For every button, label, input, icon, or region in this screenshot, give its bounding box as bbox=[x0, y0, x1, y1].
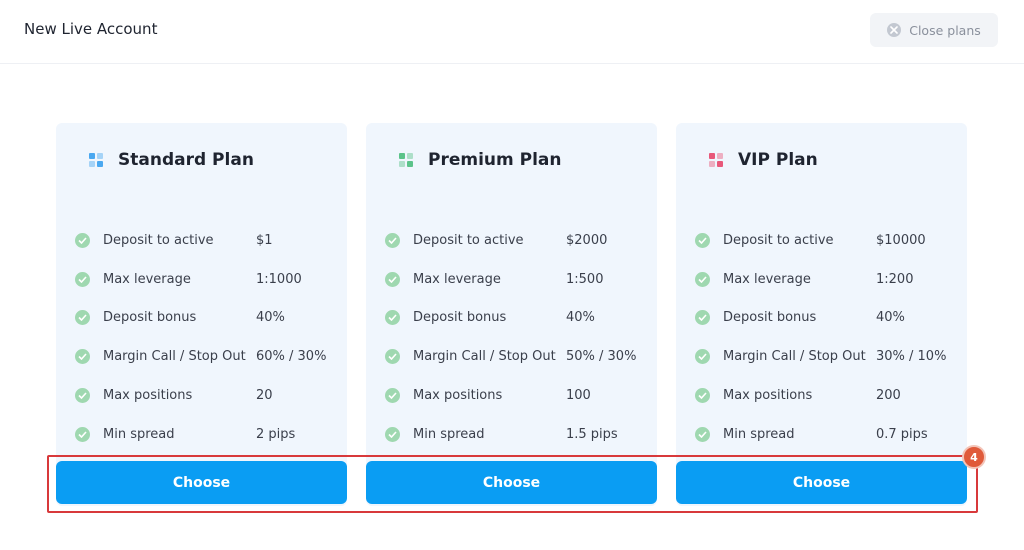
check-icon bbox=[695, 426, 710, 442]
feature-list: Deposit to active $10000 Max leverage 1:20… bbox=[695, 221, 960, 454]
check-icon bbox=[75, 349, 90, 365]
feature-row: Max positions 100 bbox=[385, 376, 650, 415]
page-title: New Live Account bbox=[24, 20, 158, 38]
check-icon bbox=[695, 310, 710, 326]
feature-label: Margin Call / Stop Out bbox=[413, 349, 556, 365]
feature-label: Max leverage bbox=[723, 271, 811, 287]
feature-label: Margin Call / Stop Out bbox=[103, 349, 246, 365]
choose-vip-button[interactable]: Choose bbox=[676, 461, 967, 504]
choose-premium-button[interactable]: Choose bbox=[366, 461, 657, 504]
feature-value: 40% bbox=[256, 310, 285, 326]
feature-row: Min spread 0.7 pips bbox=[695, 415, 960, 454]
choose-standard-button[interactable]: Choose bbox=[56, 461, 347, 504]
check-icon bbox=[75, 310, 90, 326]
feature-value: 1:500 bbox=[566, 271, 604, 287]
feature-label: Min spread bbox=[413, 426, 485, 442]
feature-row: Margin Call / Stop Out 60% / 30% bbox=[75, 337, 340, 376]
feature-value: $1 bbox=[256, 232, 273, 248]
check-icon bbox=[695, 349, 710, 365]
plan-name: Premium Plan bbox=[428, 150, 562, 170]
feature-label: Max leverage bbox=[413, 271, 501, 287]
check-icon bbox=[385, 271, 400, 287]
check-icon bbox=[695, 232, 710, 248]
feature-label: Max positions bbox=[723, 388, 813, 404]
plan-grid-icon bbox=[89, 152, 104, 168]
feature-row: Min spread 2 pips bbox=[75, 415, 340, 454]
feature-list: Deposit to active $1 Max leverage 1:1000 D… bbox=[75, 221, 340, 454]
feature-value: 40% bbox=[876, 310, 905, 326]
feature-value: 0.7 pips bbox=[876, 426, 928, 442]
check-icon bbox=[695, 271, 710, 287]
feature-value: 30% / 10% bbox=[876, 349, 947, 365]
feature-label: Min spread bbox=[103, 426, 175, 442]
check-icon bbox=[75, 271, 90, 287]
feature-label: Margin Call / Stop Out bbox=[723, 349, 866, 365]
feature-label: Max leverage bbox=[103, 271, 191, 287]
feature-row: Max positions 20 bbox=[75, 376, 340, 415]
feature-label: Max positions bbox=[103, 388, 193, 404]
feature-row: Min spread 1.5 pips bbox=[385, 415, 650, 454]
plan-name: Standard Plan bbox=[118, 150, 254, 170]
check-icon bbox=[385, 388, 400, 404]
feature-row: Max positions 200 bbox=[695, 376, 960, 415]
feature-value: 60% / 30% bbox=[256, 349, 327, 365]
feature-value: $2000 bbox=[566, 232, 608, 248]
feature-label: Deposit bonus bbox=[413, 310, 507, 326]
feature-value: 20 bbox=[256, 388, 273, 404]
check-icon bbox=[75, 426, 90, 442]
feature-value: 100 bbox=[566, 388, 591, 404]
close-plans-label: Close plans bbox=[909, 22, 981, 38]
feature-row: Deposit to active $1 bbox=[75, 221, 340, 260]
feature-row: Deposit to active $10000 bbox=[695, 221, 960, 260]
check-icon bbox=[385, 232, 400, 248]
feature-row: Max leverage 1:1000 bbox=[75, 260, 340, 299]
plan-grid-icon bbox=[709, 152, 724, 168]
feature-label: Max positions bbox=[413, 388, 503, 404]
plan-card-vip: VIP Plan Deposit to active $10000 Max lev… bbox=[676, 123, 967, 506]
feature-value: 50% / 30% bbox=[566, 349, 637, 365]
feature-label: Deposit to active bbox=[723, 232, 834, 248]
feature-value: 1.5 pips bbox=[566, 426, 618, 442]
feature-value: 2 pips bbox=[256, 426, 296, 442]
feature-label: Deposit to active bbox=[413, 232, 524, 248]
close-icon bbox=[887, 23, 902, 37]
close-plans-button[interactable]: Close plans bbox=[870, 13, 998, 47]
feature-value: 40% bbox=[566, 310, 595, 326]
feature-row: Deposit to active $2000 bbox=[385, 221, 650, 260]
feature-label: Deposit to active bbox=[103, 232, 214, 248]
step-badge: 4 bbox=[962, 445, 986, 469]
plan-grid-icon bbox=[399, 152, 414, 168]
feature-row: Deposit bonus 40% bbox=[75, 299, 340, 338]
plan-card-premium: Premium Plan Deposit to active $2000 Max … bbox=[366, 123, 657, 506]
feature-row: Margin Call / Stop Out 50% / 30% bbox=[385, 337, 650, 376]
check-icon bbox=[385, 426, 400, 442]
feature-row: Max leverage 1:200 bbox=[695, 260, 960, 299]
check-icon bbox=[75, 388, 90, 404]
check-icon bbox=[385, 310, 400, 326]
feature-label: Min spread bbox=[723, 426, 795, 442]
check-icon bbox=[385, 349, 400, 365]
plan-card-standard: Standard Plan Deposit to active $1 Max le… bbox=[56, 123, 347, 506]
feature-label: Deposit bonus bbox=[103, 310, 197, 326]
feature-row: Deposit bonus 40% bbox=[385, 299, 650, 338]
feature-value: 200 bbox=[876, 388, 901, 404]
check-icon bbox=[75, 232, 90, 248]
check-icon bbox=[695, 388, 710, 404]
feature-value: 1:200 bbox=[876, 271, 914, 287]
feature-row: Deposit bonus 40% bbox=[695, 299, 960, 338]
feature-label: Deposit bonus bbox=[723, 310, 817, 326]
feature-value: $10000 bbox=[876, 232, 926, 248]
page-header: New Live Account Close plans bbox=[0, 0, 1024, 64]
feature-row: Max leverage 1:500 bbox=[385, 260, 650, 299]
feature-list: Deposit to active $2000 Max leverage 1:500… bbox=[385, 221, 650, 454]
feature-value: 1:1000 bbox=[256, 271, 302, 287]
plan-name: VIP Plan bbox=[738, 150, 818, 170]
feature-row: Margin Call / Stop Out 30% / 10% bbox=[695, 337, 960, 376]
